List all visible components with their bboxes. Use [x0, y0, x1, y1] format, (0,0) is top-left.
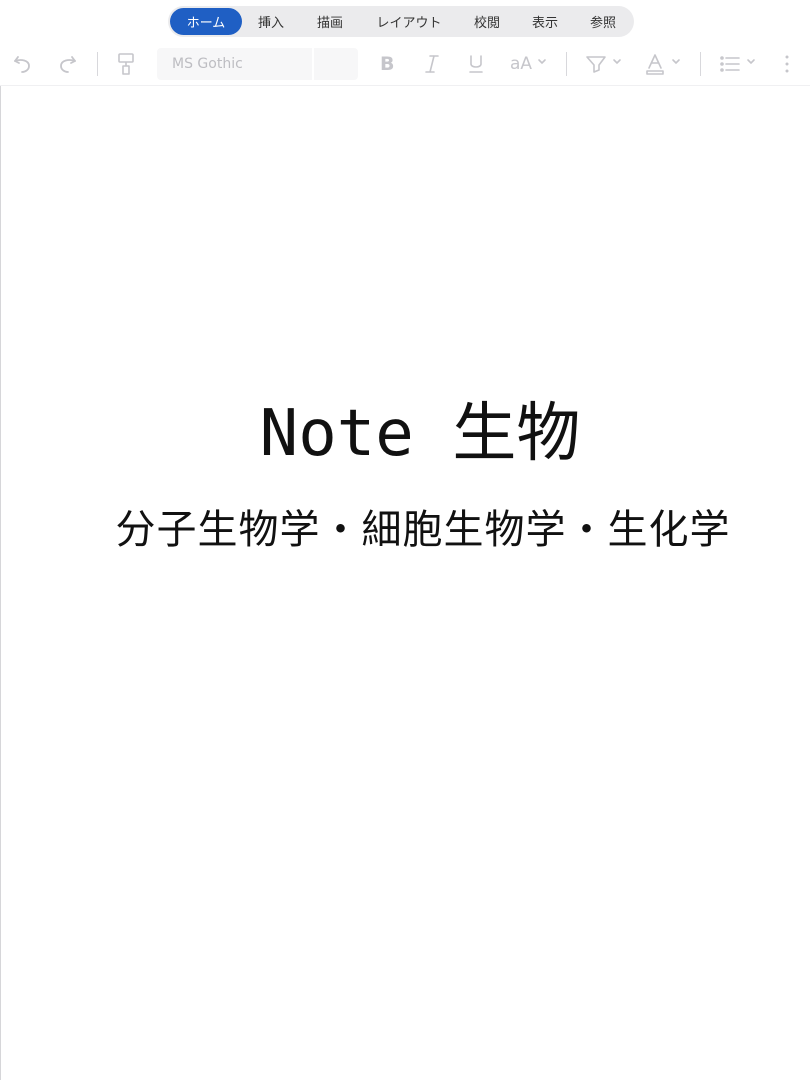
tab-review[interactable]: 校閲 [458, 8, 516, 35]
document-title[interactable]: Note 生物 [0, 392, 810, 476]
chevron-down-icon[interactable] [537, 57, 547, 67]
underline-icon[interactable] [467, 53, 485, 75]
chevron-down-icon[interactable] [612, 57, 622, 67]
document-subtitle[interactable]: 分子生物学・細胞生物学・生化学 [0, 504, 810, 556]
bullet-list-icon[interactable] [719, 53, 741, 75]
formatting-toolbar: MS Gothic B aA [0, 40, 810, 86]
font-color-icon[interactable] [644, 52, 666, 76]
tab-draw[interactable]: 描画 [300, 8, 360, 35]
chevron-down-icon[interactable] [671, 57, 681, 67]
tab-insert[interactable]: 挿入 [242, 8, 300, 35]
page-left-edge [0, 86, 1, 1080]
toolbar-divider [97, 52, 98, 76]
format-painter-icon[interactable] [116, 52, 136, 76]
italic-icon[interactable] [423, 53, 441, 75]
font-name-field[interactable]: MS Gothic [157, 48, 312, 80]
more-icon[interactable] [782, 53, 792, 75]
text-size-label: aA [510, 54, 533, 74]
text-size-icon[interactable]: aA [510, 52, 532, 76]
highlight-icon[interactable] [585, 53, 607, 75]
tab-view[interactable]: 表示 [516, 8, 574, 35]
undo-icon[interactable] [12, 53, 34, 75]
chevron-down-icon[interactable] [746, 57, 756, 67]
word-app: ホーム 挿入 描画 レイアウト 校閲 表示 参照 MS Gothic B aA … [0, 0, 810, 1080]
ribbon-tab-bar: ホーム 挿入 描画 レイアウト 校閲 表示 参照 [168, 6, 634, 37]
tab-references[interactable]: 参照 [574, 8, 632, 35]
toolbar-divider [566, 52, 567, 76]
font-size-field[interactable] [314, 48, 358, 80]
bold-icon[interactable]: B [380, 52, 394, 76]
tab-home[interactable]: ホーム [170, 8, 242, 35]
tab-layout[interactable]: レイアウト [360, 8, 458, 35]
toolbar-divider [700, 52, 701, 76]
redo-icon[interactable] [56, 53, 78, 75]
